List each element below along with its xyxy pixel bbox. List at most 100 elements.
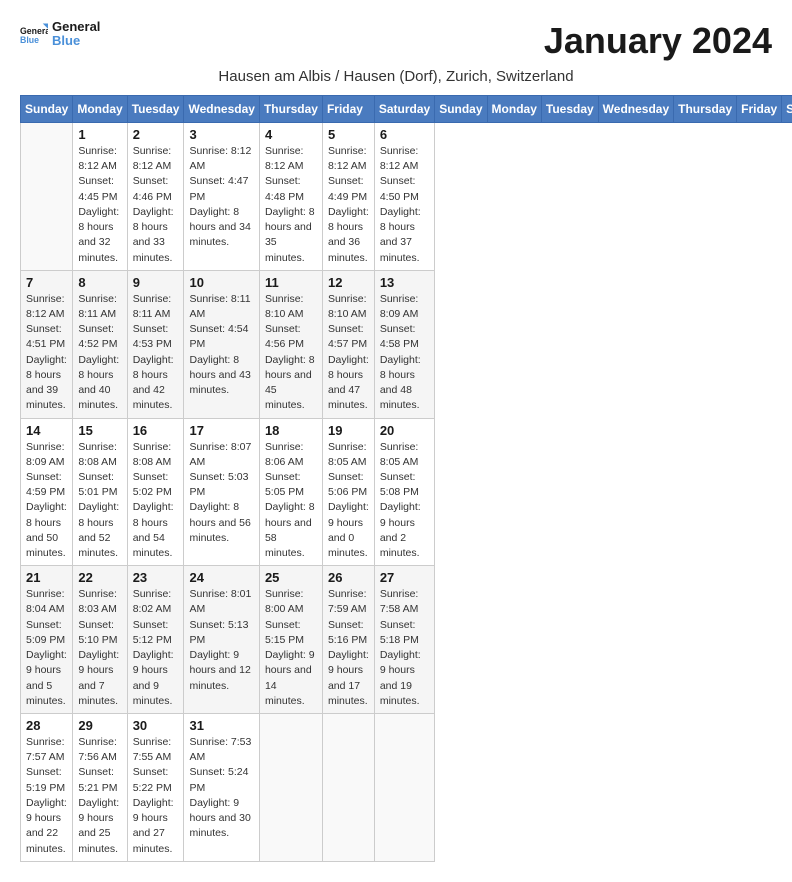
weekday-header-sunday: Sunday (435, 96, 487, 123)
day-info: Sunrise: 8:11 AM Sunset: 4:53 PM Dayligh… (133, 292, 179, 414)
weekday-header-wednesday: Wednesday (184, 96, 259, 123)
calendar-cell (374, 714, 434, 862)
page-header: General Blue General Blue January 2024 (20, 20, 772, 62)
day-number: 22 (78, 570, 121, 585)
day-number: 28 (26, 718, 67, 733)
calendar-week-row: 7 Sunrise: 8:12 AM Sunset: 4:51 PM Daylig… (21, 270, 792, 418)
weekday-header-tuesday: Tuesday (127, 96, 184, 123)
day-number: 12 (328, 275, 369, 290)
calendar-cell: 31Sunrise: 7:53 AM Sunset: 5:24 PM Dayli… (184, 714, 259, 862)
weekday-header-friday: Friday (737, 96, 782, 123)
day-info: Sunrise: 8:12 AM Sunset: 4:50 PM Dayligh… (380, 144, 429, 266)
day-info: Sunrise: 8:08 AM Sunset: 5:02 PM Dayligh… (133, 440, 179, 562)
calendar-week-row: 21 Sunrise: 8:04 AM Sunset: 5:09 PM Dayli… (21, 566, 792, 714)
weekday-header-wednesday: Wednesday (598, 96, 673, 123)
day-number: 17 (189, 423, 253, 438)
day-number: 21 (26, 570, 67, 585)
day-number: 7 (26, 275, 67, 290)
day-info: Sunrise: 7:55 AM Sunset: 5:22 PM Dayligh… (133, 735, 179, 857)
day-info: Sunrise: 8:11 AM Sunset: 4:54 PM Dayligh… (189, 292, 253, 399)
weekday-header-saturday: Saturday (782, 96, 792, 123)
day-info: Sunrise: 8:10 AM Sunset: 4:57 PM Dayligh… (328, 292, 369, 414)
day-number: 5 (328, 127, 369, 142)
day-number: 24 (189, 570, 253, 585)
calendar-cell: 21 Sunrise: 8:04 AM Sunset: 5:09 PM Dayli… (21, 566, 73, 714)
day-info: Sunrise: 8:12 AM Sunset: 4:51 PM Dayligh… (26, 292, 67, 414)
logo-general: General (52, 20, 100, 34)
day-number: 27 (380, 570, 429, 585)
day-number: 26 (328, 570, 369, 585)
day-info: Sunrise: 8:05 AM Sunset: 5:08 PM Dayligh… (380, 440, 429, 562)
day-number: 6 (380, 127, 429, 142)
calendar-cell: 9 Sunrise: 8:11 AM Sunset: 4:53 PM Daylig… (127, 270, 184, 418)
weekday-header-friday: Friday (322, 96, 374, 123)
day-number: 16 (133, 423, 179, 438)
day-number: 23 (133, 570, 179, 585)
calendar-week-row: 14 Sunrise: 8:09 AM Sunset: 4:59 PM Dayli… (21, 418, 792, 566)
day-number: 15 (78, 423, 121, 438)
calendar-cell: 28 Sunrise: 7:57 AM Sunset: 5:19 PM Dayli… (21, 714, 73, 862)
calendar-cell: 27 Sunrise: 7:58 AM Sunset: 5:18 PM Dayli… (374, 566, 434, 714)
day-number: 25 (265, 570, 317, 585)
day-info: Sunrise: 8:07 AM Sunset: 5:03 PM Dayligh… (189, 440, 253, 547)
day-info: Sunrise: 8:00 AM Sunset: 5:15 PM Dayligh… (265, 587, 317, 709)
calendar-cell: 29Sunrise: 7:56 AM Sunset: 5:21 PM Dayli… (73, 714, 127, 862)
calendar-cell: 2Sunrise: 8:12 AM Sunset: 4:46 PM Daylig… (127, 123, 184, 271)
location-title: Hausen am Albis / Hausen (Dorf), Zurich,… (20, 68, 772, 85)
day-info: Sunrise: 8:05 AM Sunset: 5:06 PM Dayligh… (328, 440, 369, 562)
day-number: 29 (78, 718, 121, 733)
calendar-cell: 6 Sunrise: 8:12 AM Sunset: 4:50 PM Daylig… (374, 123, 434, 271)
calendar-cell: 10Sunrise: 8:11 AM Sunset: 4:54 PM Dayli… (184, 270, 259, 418)
weekday-header-monday: Monday (487, 96, 541, 123)
logo: General Blue General Blue (20, 20, 100, 49)
calendar-cell: 3Sunrise: 8:12 AM Sunset: 4:47 PM Daylig… (184, 123, 259, 271)
calendar-cell: 20 Sunrise: 8:05 AM Sunset: 5:08 PM Dayli… (374, 418, 434, 566)
day-info: Sunrise: 8:01 AM Sunset: 5:13 PM Dayligh… (189, 587, 253, 694)
day-number: 1 (78, 127, 121, 142)
calendar-cell: 8Sunrise: 8:11 AM Sunset: 4:52 PM Daylig… (73, 270, 127, 418)
calendar-cell: 5Sunrise: 8:12 AM Sunset: 4:49 PM Daylig… (322, 123, 374, 271)
calendar-cell: 12 Sunrise: 8:10 AM Sunset: 4:57 PM Dayli… (322, 270, 374, 418)
calendar-week-row: 28 Sunrise: 7:57 AM Sunset: 5:19 PM Dayli… (21, 714, 792, 862)
calendar-cell: 22Sunrise: 8:03 AM Sunset: 5:10 PM Dayli… (73, 566, 127, 714)
day-info: Sunrise: 8:10 AM Sunset: 4:56 PM Dayligh… (265, 292, 317, 414)
weekday-header-monday: Monday (73, 96, 127, 123)
calendar-cell (322, 714, 374, 862)
calendar-table: SundayMondayTuesdayWednesdayThursdayFrid… (20, 95, 792, 862)
day-info: Sunrise: 8:08 AM Sunset: 5:01 PM Dayligh… (78, 440, 121, 562)
day-number: 19 (328, 423, 369, 438)
logo-icon: General Blue (20, 20, 48, 48)
calendar-cell (21, 123, 73, 271)
day-number: 4 (265, 127, 317, 142)
calendar-cell: 14 Sunrise: 8:09 AM Sunset: 4:59 PM Dayli… (21, 418, 73, 566)
day-info: Sunrise: 8:12 AM Sunset: 4:48 PM Dayligh… (265, 144, 317, 266)
day-number: 8 (78, 275, 121, 290)
day-info: Sunrise: 8:09 AM Sunset: 4:59 PM Dayligh… (26, 440, 67, 562)
day-info: Sunrise: 8:12 AM Sunset: 4:45 PM Dayligh… (78, 144, 121, 266)
month-title: January 2024 (544, 20, 772, 62)
day-number: 18 (265, 423, 317, 438)
calendar-cell: 25 Sunrise: 8:00 AM Sunset: 5:15 PM Dayli… (259, 566, 322, 714)
day-info: Sunrise: 7:59 AM Sunset: 5:16 PM Dayligh… (328, 587, 369, 709)
calendar-cell: 4 Sunrise: 8:12 AM Sunset: 4:48 PM Daylig… (259, 123, 322, 271)
day-info: Sunrise: 8:04 AM Sunset: 5:09 PM Dayligh… (26, 587, 67, 709)
calendar-cell: 18 Sunrise: 8:06 AM Sunset: 5:05 PM Dayli… (259, 418, 322, 566)
day-info: Sunrise: 7:58 AM Sunset: 5:18 PM Dayligh… (380, 587, 429, 709)
calendar-cell: 13Sunrise: 8:09 AM Sunset: 4:58 PM Dayli… (374, 270, 434, 418)
day-number: 13 (380, 275, 429, 290)
day-number: 14 (26, 423, 67, 438)
day-info: Sunrise: 7:57 AM Sunset: 5:19 PM Dayligh… (26, 735, 67, 857)
day-info: Sunrise: 8:06 AM Sunset: 5:05 PM Dayligh… (265, 440, 317, 562)
day-number: 20 (380, 423, 429, 438)
calendar-cell: 19 Sunrise: 8:05 AM Sunset: 5:06 PM Dayli… (322, 418, 374, 566)
calendar-cell (259, 714, 322, 862)
weekday-header-thursday: Thursday (259, 96, 322, 123)
day-number: 9 (133, 275, 179, 290)
weekday-header-tuesday: Tuesday (541, 96, 598, 123)
calendar-cell: 30Sunrise: 7:55 AM Sunset: 5:22 PM Dayli… (127, 714, 184, 862)
calendar-cell: 1 Sunrise: 8:12 AM Sunset: 4:45 PM Daylig… (73, 123, 127, 271)
calendar-week-row: 1 Sunrise: 8:12 AM Sunset: 4:45 PM Daylig… (21, 123, 792, 271)
logo-blue: Blue (52, 34, 100, 48)
day-number: 31 (189, 718, 253, 733)
weekday-header-saturday: Saturday (374, 96, 434, 123)
